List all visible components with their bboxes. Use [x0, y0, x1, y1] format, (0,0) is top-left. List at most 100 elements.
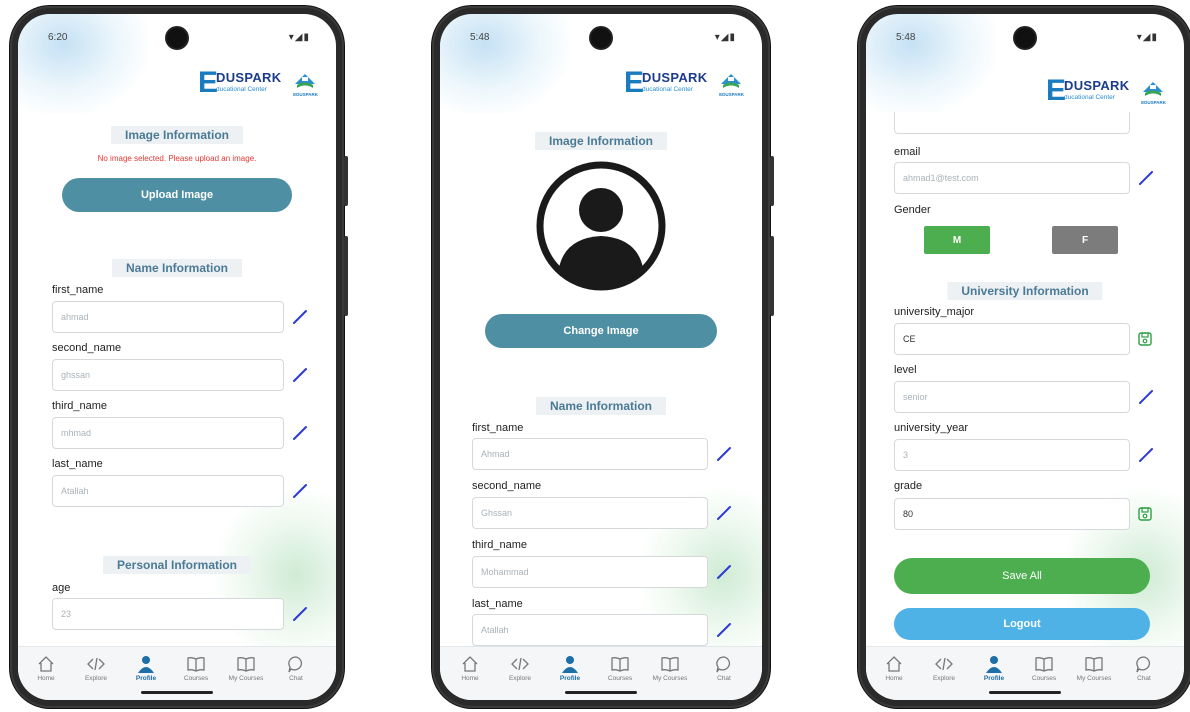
nav-chat[interactable]: Chat	[1122, 655, 1166, 682]
third-name-field[interactable]: mhmad	[52, 417, 284, 449]
book-icon	[187, 657, 205, 672]
nav-profile[interactable]: Profile	[548, 655, 592, 682]
gender-f-button[interactable]: F	[1052, 226, 1118, 254]
person-icon	[138, 656, 154, 673]
nav-label: Chat	[1137, 675, 1151, 682]
logo-emblem-icon	[295, 74, 315, 88]
edit-pencil-icon[interactable]	[716, 505, 732, 521]
change-image-button[interactable]: Change Image	[485, 314, 717, 348]
screen-upload-image: 6:20 ▾◢▮ E DUSPARK ducational Center EDU…	[18, 14, 336, 700]
front-camera	[167, 28, 187, 48]
nav-profile[interactable]: Profile	[124, 655, 168, 682]
nav-explore[interactable]: Explore	[498, 655, 542, 682]
nav-home[interactable]: Home	[24, 655, 68, 682]
book-icon	[1085, 657, 1103, 672]
nav-courses[interactable]: Courses	[1022, 655, 1066, 682]
nav-label: Explore	[84, 675, 108, 682]
third-name-field[interactable]: Mohammad	[472, 556, 708, 588]
home-indicator[interactable]	[141, 691, 213, 694]
nav-chat[interactable]: Chat	[274, 655, 318, 682]
front-camera	[591, 28, 611, 48]
logo-letter: E	[624, 66, 645, 99]
person-icon	[562, 656, 578, 673]
nav-home[interactable]: Home	[448, 655, 492, 682]
edit-pencil-icon[interactable]	[292, 606, 308, 622]
home-icon	[886, 656, 902, 672]
nav-explore[interactable]: Explore	[74, 655, 118, 682]
book-icon	[237, 657, 255, 672]
gender-label: Gender	[894, 204, 931, 216]
edit-pencil-icon[interactable]	[716, 564, 732, 580]
section-title-personal: Personal Information	[102, 556, 252, 574]
status-time: 5:48	[896, 32, 916, 43]
third-name-label: third_name	[52, 400, 108, 412]
last-name-field[interactable]: Atallah	[52, 475, 284, 507]
nav-label: Chat	[717, 675, 731, 682]
edit-pencil-icon[interactable]	[1138, 170, 1154, 186]
nav-profile[interactable]: Profile	[972, 655, 1016, 682]
edit-pencil-icon[interactable]	[1138, 389, 1154, 405]
nav-explore[interactable]: Explore	[922, 655, 966, 682]
nav-label: Courses	[183, 675, 209, 682]
save-disk-icon[interactable]	[1138, 507, 1152, 521]
nav-label: Profile	[983, 675, 1005, 682]
nav-label: Home	[37, 675, 55, 682]
nav-home[interactable]: Home	[872, 655, 916, 682]
logout-button[interactable]: Logout	[894, 608, 1150, 640]
first-name-label: first_name	[52, 284, 104, 296]
logo-emblem-label: EDUSPARK	[719, 92, 744, 97]
second-name-label: second_name	[52, 342, 122, 354]
home-indicator[interactable]	[565, 691, 637, 694]
upload-image-button[interactable]: Upload Image	[62, 178, 292, 212]
code-icon	[511, 657, 529, 671]
edit-pencil-icon[interactable]	[716, 622, 732, 638]
decor-blob-top	[440, 14, 570, 114]
grade-field[interactable]: 80	[894, 498, 1130, 530]
nav-my-courses[interactable]: My Courses	[1072, 655, 1116, 682]
logo-emblem-label: EDUSPARK	[1141, 100, 1166, 105]
last-name-field[interactable]: Atallah	[472, 614, 708, 646]
university-year-label: university_year	[894, 422, 968, 434]
home-indicator[interactable]	[989, 691, 1061, 694]
eduspark-logo: E DUSPARK ducational Center EDUSPARK	[1046, 76, 1166, 110]
second-name-field[interactable]: Ghssan	[472, 497, 708, 529]
nav-my-courses[interactable]: My Courses	[224, 655, 268, 682]
edit-pencil-icon[interactable]	[292, 483, 308, 499]
chat-bubble-icon	[716, 656, 731, 673]
edit-pencil-icon[interactable]	[292, 309, 308, 325]
first-name-field[interactable]: Ahmad	[472, 438, 708, 470]
first-name-field[interactable]: ahmad	[52, 301, 284, 333]
second-name-label: second_name	[472, 480, 542, 492]
decor-blob-top	[866, 14, 996, 114]
logo-word: DUSPARK	[216, 70, 282, 85]
save-all-button[interactable]: Save All	[894, 558, 1150, 594]
nav-chat[interactable]: Chat	[702, 655, 746, 682]
scrolled-field[interactable]	[894, 112, 1130, 134]
save-disk-icon[interactable]	[1138, 332, 1152, 346]
email-field[interactable]: ahmad1@test.com	[894, 162, 1130, 194]
nav-courses[interactable]: Courses	[174, 655, 218, 682]
nav-courses[interactable]: Courses	[598, 655, 642, 682]
nav-my-courses[interactable]: My Courses	[648, 655, 692, 682]
first-name-label: first_name	[472, 422, 524, 434]
nav-label: Chat	[289, 675, 303, 682]
level-field[interactable]: senior	[894, 381, 1130, 413]
university-major-field[interactable]: CE	[894, 323, 1130, 355]
code-icon	[87, 657, 105, 671]
age-field[interactable]: 23	[52, 598, 284, 630]
phone-frame-1: 6:20 ▾◢▮ E DUSPARK ducational Center EDU…	[10, 6, 348, 708]
edit-pencil-icon[interactable]	[292, 367, 308, 383]
edit-pencil-icon[interactable]	[292, 425, 308, 441]
book-icon	[1035, 657, 1053, 672]
edit-pencil-icon[interactable]	[716, 446, 732, 462]
book-icon	[611, 657, 629, 672]
level-label: level	[894, 364, 917, 376]
grade-label: grade	[894, 480, 923, 492]
university-year-field[interactable]: 3	[894, 439, 1130, 471]
edit-pencil-icon[interactable]	[1138, 447, 1154, 463]
second-name-field[interactable]: ghssan	[52, 359, 284, 391]
nav-label: Explore	[932, 675, 956, 682]
profile-avatar-icon[interactable]	[535, 160, 667, 292]
gender-m-button[interactable]: M	[924, 226, 990, 254]
section-title-image: Image Information	[110, 126, 244, 144]
